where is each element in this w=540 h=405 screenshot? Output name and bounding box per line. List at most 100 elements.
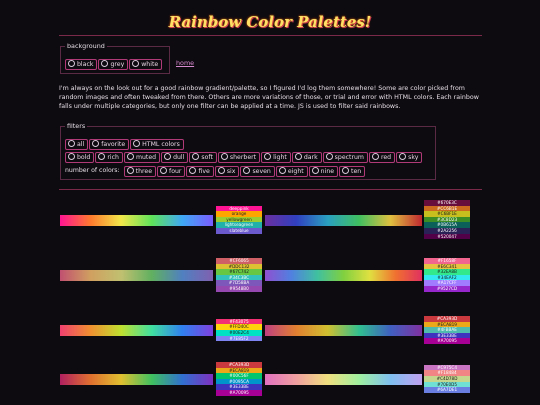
filter-option-three[interactable]: three xyxy=(123,166,157,177)
radio-icon[interactable] xyxy=(371,153,379,160)
radio-icon[interactable] xyxy=(160,167,168,174)
filters-row-general: all favorite HTML colors xyxy=(65,139,185,150)
page-title: Rainbow Color Palettes! xyxy=(168,13,372,31)
gradient-strip-right xyxy=(265,325,422,336)
filter-option-favorite[interactable]: favorite xyxy=(89,139,130,150)
filter-option-label: sky xyxy=(408,154,419,161)
radio-icon[interactable] xyxy=(92,140,100,147)
radio-icon[interactable] xyxy=(192,153,200,160)
radio-icon[interactable] xyxy=(399,153,407,160)
divider xyxy=(59,35,482,36)
filter-option-sherbert[interactable]: sherbert xyxy=(217,152,261,163)
filter-option-label: ten xyxy=(351,168,362,175)
color-swatch: #6A7DE1 xyxy=(424,387,470,393)
filter-option-grey[interactable]: grey xyxy=(98,59,129,70)
filter-option-label: spectrum xyxy=(334,154,364,161)
radio-icon[interactable] xyxy=(126,167,134,174)
filter-option-label: six xyxy=(226,168,236,175)
radio-icon[interactable] xyxy=(68,60,75,67)
filters-legend: filters xyxy=(67,122,86,130)
gradient-strip-right xyxy=(265,214,422,226)
filter-option-label: red xyxy=(380,154,392,161)
filter-option-label: eight xyxy=(287,168,304,175)
background-legend: background xyxy=(67,42,105,50)
background-fieldset: background black grey white xyxy=(60,42,170,74)
radio-icon[interactable] xyxy=(325,153,333,160)
color-swatch: #A70095 xyxy=(424,338,470,344)
filter-option-label: four xyxy=(169,168,182,175)
filter-option-all[interactable]: all xyxy=(65,139,89,150)
filter-option-dull[interactable]: dull xyxy=(161,152,189,163)
filter-option-seven[interactable]: seven xyxy=(240,166,275,177)
filter-option-four[interactable]: four xyxy=(157,166,186,177)
filters-row-style: bold rich muted dull soft sherbert light dark sp… xyxy=(65,152,423,163)
filter-option-label: white xyxy=(141,61,159,68)
radio-icon[interactable] xyxy=(278,167,286,174)
color-swatch: #9548B0 xyxy=(216,285,262,292)
radio-icon[interactable] xyxy=(294,153,302,160)
filter-option-label: black xyxy=(77,61,94,68)
filter-option-label: soft xyxy=(201,154,213,161)
radio-icon[interactable] xyxy=(68,153,75,160)
radio-icon[interactable] xyxy=(101,60,109,67)
filter-option-sky[interactable]: sky xyxy=(396,152,423,163)
filter-option-black[interactable]: black xyxy=(65,59,98,70)
radio-icon[interactable] xyxy=(217,167,225,174)
filter-option-html-colors[interactable]: HTML colors xyxy=(130,139,184,150)
color-swatch: #7E85F2 xyxy=(216,335,262,342)
filter-option-light[interactable]: light xyxy=(261,152,291,163)
radio-icon[interactable] xyxy=(164,153,172,160)
filter-option-label: bold xyxy=(77,154,91,161)
filter-option-label: dull xyxy=(173,154,185,161)
mid-swatch-list: #F43075 #FFD40C #00E2C4 #7E85F2 xyxy=(216,318,262,342)
gradient-strip-left xyxy=(60,214,213,226)
home-link[interactable]: home xyxy=(176,59,194,67)
filter-option-label: sherbert xyxy=(229,154,257,161)
color-swatch: #9527CD xyxy=(424,285,470,292)
divider xyxy=(59,189,482,190)
radio-icon[interactable] xyxy=(68,140,75,147)
filter-option-ten[interactable]: ten xyxy=(339,166,366,177)
radio-icon[interactable] xyxy=(98,153,106,160)
filter-option-nine[interactable]: nine xyxy=(308,166,339,177)
radio-icon[interactable] xyxy=(264,153,272,160)
filters-row-count: number of colors: three four five six seven e… xyxy=(65,166,366,177)
filter-option-label: rich xyxy=(107,154,119,161)
filter-option-soft[interactable]: soft xyxy=(189,152,217,163)
right-swatch-list: #670E3C #CC6B1E #C6BF1E #3C8D23 #0B615A #2A22… xyxy=(424,200,470,240)
filter-option-six[interactable]: six xyxy=(214,166,240,177)
filter-option-red[interactable]: red xyxy=(368,152,396,163)
radio-icon[interactable] xyxy=(133,140,141,147)
radio-icon[interactable] xyxy=(311,167,319,174)
radio-icon[interactable] xyxy=(342,167,350,174)
color-swatch: #A70095 xyxy=(216,389,262,396)
radio-icon[interactable] xyxy=(189,167,197,174)
filter-option-dark[interactable]: dark xyxy=(291,152,322,163)
filter-option-bold[interactable]: bold xyxy=(65,152,95,163)
filter-option-muted[interactable]: muted xyxy=(123,152,161,163)
gradient-strip-right xyxy=(265,269,422,281)
mid-swatch-list: #CA393D #ECA819 #00C56F #0095CA #3E33BE #A700… xyxy=(216,362,262,396)
right-swatch-list: #CA393D #ECA819 #4FBBAE #3E33BE #A70095 xyxy=(424,316,470,344)
filter-option-label: HTML colors xyxy=(142,141,180,148)
radio-icon[interactable] xyxy=(132,60,140,67)
filter-option-white[interactable]: white xyxy=(129,59,163,70)
filter-option-label: muted xyxy=(135,154,157,161)
filters-fieldset: filters all favorite HTML colors bold rich m… xyxy=(60,122,436,180)
filter-option-label: all xyxy=(77,141,85,148)
radio-icon[interactable] xyxy=(243,167,251,174)
filter-option-eight[interactable]: eight xyxy=(275,166,308,177)
background-options: black grey white xyxy=(65,59,163,70)
radio-icon[interactable] xyxy=(126,153,134,160)
filter-option-spectrum[interactable]: spectrum xyxy=(322,152,368,163)
color-swatch: #520047 xyxy=(424,233,470,240)
filter-option-five[interactable]: five xyxy=(186,166,214,177)
filter-option-label: five xyxy=(198,168,210,175)
filter-option-label: favorite xyxy=(101,141,126,148)
radio-icon[interactable] xyxy=(220,153,228,160)
intro-text: I'm always on the look out for a good ra… xyxy=(59,85,479,110)
filter-option-label: light xyxy=(273,154,287,161)
gradient-strip-left xyxy=(60,373,213,385)
filter-option-label: three xyxy=(135,168,153,175)
filter-option-rich[interactable]: rich xyxy=(95,152,123,163)
